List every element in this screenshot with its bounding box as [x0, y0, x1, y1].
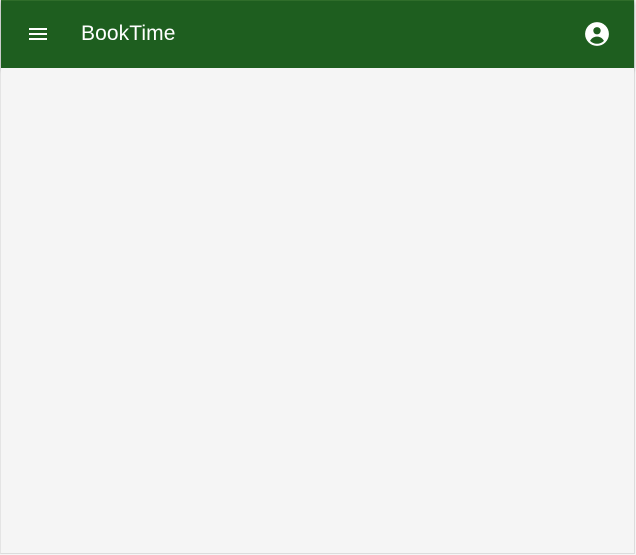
app-window: BookTime	[0, 0, 635, 554]
account-circle-icon	[585, 22, 609, 46]
menu-icon	[29, 28, 47, 40]
main-content	[1, 68, 634, 553]
app-bar: BookTime	[1, 0, 634, 68]
menu-button[interactable]	[15, 11, 61, 57]
account-button[interactable]	[574, 11, 620, 57]
app-title: BookTime	[81, 22, 176, 45]
